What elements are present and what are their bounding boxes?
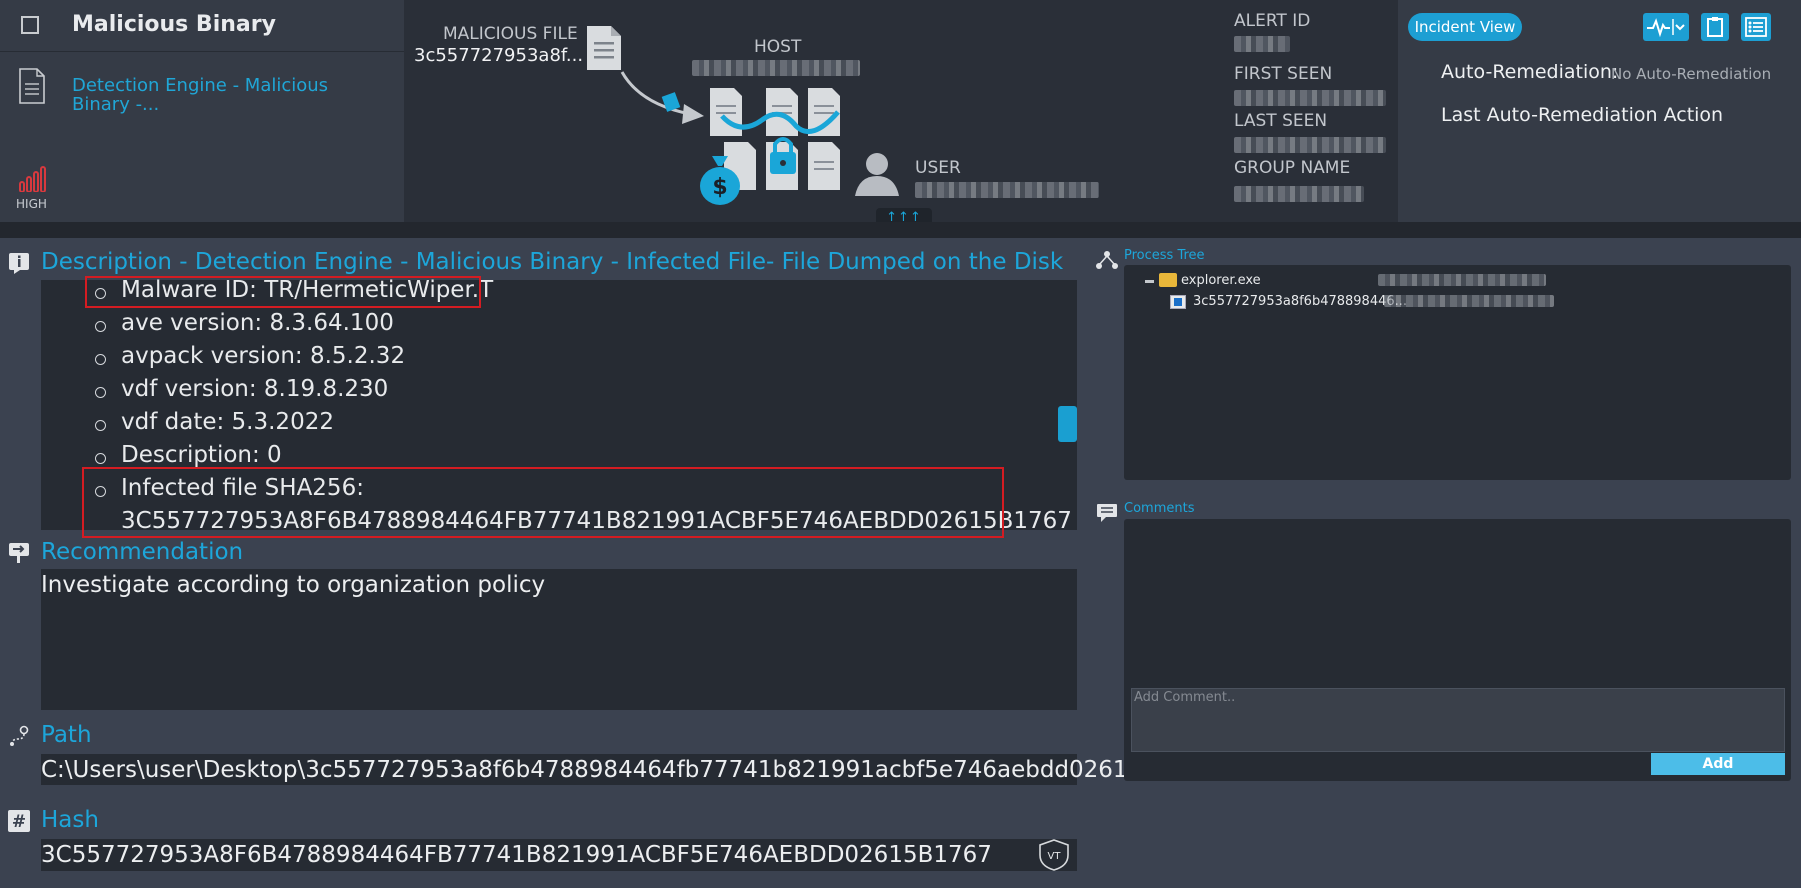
clipboard-icon: [1707, 17, 1723, 37]
tree-node-explorer-detail-redacted: [1378, 274, 1546, 286]
path-title: Path: [41, 722, 92, 748]
page-title: Malicious Binary: [72, 12, 276, 37]
recommendation-icon: [9, 543, 29, 563]
select-checkbox[interactable]: [21, 16, 39, 34]
alert-id-label: ALERT ID: [1234, 11, 1311, 31]
recommendation-title: Recommendation: [41, 539, 244, 565]
auto-remediation-label: Auto-Remediation:: [1441, 61, 1619, 83]
recommendation-text: Investigate according to organization po…: [41, 572, 546, 598]
user-label: USER: [915, 158, 961, 178]
list-icon: [1745, 17, 1767, 37]
hash-icon: #: [8, 810, 30, 832]
vdf-version-item: vdf version: 8.19.8.230: [121, 376, 389, 402]
comments-title: Comments: [1124, 501, 1195, 516]
host-label: HOST: [754, 37, 802, 57]
user-value-redacted: [915, 182, 1099, 198]
tree-node-file-detail-redacted: [1384, 295, 1554, 307]
comments-icon: [1097, 504, 1117, 522]
svg-text:$: $: [712, 175, 727, 200]
virustotal-button[interactable]: VT: [1036, 838, 1072, 872]
bullet: [95, 387, 106, 398]
malicious-file-value[interactable]: 3c557727953a8f...: [414, 45, 583, 66]
process-tree-title: Process Tree: [1124, 248, 1205, 263]
hash-title: Hash: [41, 807, 99, 833]
group-name-label: GROUP NAME: [1234, 158, 1351, 178]
description-item: Description: 0: [121, 442, 282, 468]
alert-summary-panel: Malicious Binary Detection Engine - Mali…: [0, 0, 404, 222]
user-icon: [855, 153, 899, 196]
incident-view-button[interactable]: Incident View: [1408, 13, 1522, 41]
ave-version-item: ave version: 8.3.64.100: [121, 310, 394, 336]
activity-menu-button[interactable]: [1643, 13, 1689, 41]
first-seen-label: FIRST SEEN: [1234, 64, 1333, 84]
last-seen-label: LAST SEEN: [1234, 111, 1328, 131]
svg-text:#: #: [12, 812, 26, 832]
details-list-button[interactable]: [1741, 13, 1771, 41]
add-comment-button[interactable]: Add: [1651, 753, 1785, 775]
process-tree-icon: [1096, 251, 1118, 269]
alert-id-redacted: [1234, 36, 1290, 52]
vdf-date-item: vdf date: 5.3.2022: [121, 409, 334, 435]
executable-icon: [1170, 295, 1186, 309]
description-scrollbar[interactable]: [1058, 406, 1077, 442]
host-value-redacted: [692, 60, 860, 76]
activity-icon: [1647, 18, 1685, 38]
tree-node-explorer[interactable]: explorer.exe: [1181, 273, 1261, 288]
money-bag-icon: $: [700, 156, 740, 205]
last-seen-redacted: [1234, 137, 1386, 153]
tree-node-malicious-file[interactable]: 3c557727953a8f6b478898446...: [1193, 294, 1407, 309]
document-icon: [19, 68, 45, 104]
bullet: [95, 354, 106, 365]
first-seen-redacted: [1234, 90, 1386, 106]
group-name-redacted: [1234, 186, 1364, 202]
collapse-icon[interactable]: [1145, 280, 1154, 283]
malicious-file-label: MALICIOUS FILE: [443, 24, 578, 44]
bullet: [95, 453, 106, 464]
auto-remediation-value: No Auto-Remediation: [1611, 65, 1772, 83]
hash-value[interactable]: 3C557727953A8F6B4788984464FB77741B821991…: [41, 842, 992, 868]
bullet: [95, 420, 106, 431]
detection-engine-link[interactable]: Detection Engine - Malicious Binary -...: [72, 76, 332, 114]
path-icon: [10, 725, 29, 746]
comment-placeholder: Add Comment..: [1134, 690, 1236, 705]
header-divider: [0, 222, 1801, 238]
virustotal-shield-icon: VT: [1039, 839, 1069, 871]
folder-icon: [1159, 273, 1177, 287]
title-row: Malicious Binary: [0, 0, 404, 52]
bullet: [95, 321, 106, 332]
avpack-version-item: avpack version: 8.5.2.32: [121, 343, 406, 369]
clipboard-button[interactable]: [1701, 13, 1729, 41]
last-remediation-label: Last Auto-Remediation Action: [1441, 104, 1724, 126]
description-title: Description - Detection Engine - Malicio…: [41, 249, 1064, 275]
alert-header: Malicious Binary Detection Engine - Mali…: [0, 0, 1801, 228]
info-icon: [9, 253, 29, 274]
severity-label: HIGH: [16, 197, 47, 211]
file-icon: [587, 26, 621, 70]
severity-bars-icon: [19, 166, 46, 192]
svg-text:VT: VT: [1048, 851, 1062, 862]
infection-arrow-icon: [620, 71, 704, 124]
path-value[interactable]: C:\Users\user\Desktop\3c557727953a8f6b47…: [41, 757, 1164, 783]
malware-id-highlight: [85, 276, 481, 308]
sha256-highlight: [82, 467, 1004, 538]
